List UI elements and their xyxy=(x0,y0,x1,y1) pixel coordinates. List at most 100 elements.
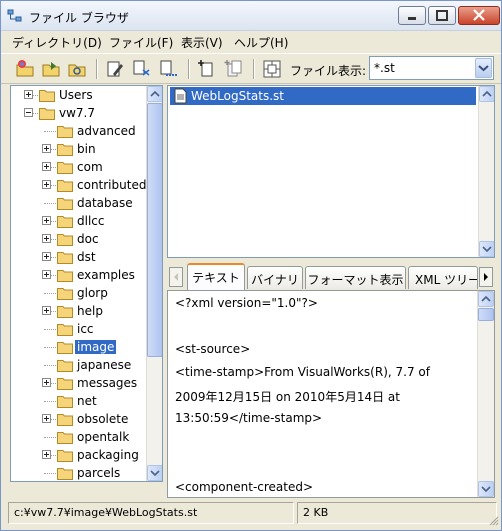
settings-icon[interactable] xyxy=(261,58,283,80)
tree-item-japanese[interactable]: japanese xyxy=(11,356,147,374)
tree-item-users[interactable]: Users xyxy=(11,86,147,104)
file-list[interactable]: WebLogStats.st xyxy=(167,85,495,258)
expand-icon[interactable] xyxy=(24,90,33,99)
tree-item-glorp[interactable]: glorp xyxy=(11,284,147,302)
toolbar-separator xyxy=(253,59,255,79)
tree-connector xyxy=(44,365,56,366)
tab-scroll-left[interactable] xyxy=(169,267,183,287)
tree-item-database[interactable]: database xyxy=(11,194,147,212)
tree-item-dllcc[interactable]: dllcc xyxy=(11,212,147,230)
menu-help[interactable]: ヘルプ(H) xyxy=(234,34,288,51)
file-out-icon[interactable] xyxy=(158,58,180,80)
close-button[interactable] xyxy=(458,6,500,25)
content-line: <time-stamp>From VisualWorks(R), 7.7 of xyxy=(175,365,430,379)
tree-item-obsolete[interactable]: obsolete xyxy=(11,410,147,428)
expand-icon[interactable] xyxy=(42,216,51,225)
tab-formatted[interactable]: フォーマット表示 xyxy=(305,266,406,289)
tab-scroll-right[interactable] xyxy=(479,267,493,287)
new-folder-icon[interactable] xyxy=(14,58,36,80)
folder-icon xyxy=(57,342,73,354)
folder-icon xyxy=(57,378,73,390)
filter-dropdown-button[interactable] xyxy=(475,58,492,78)
tab-xml-tree[interactable]: XML ツリー xyxy=(408,266,478,289)
add-all-icon[interactable] xyxy=(223,58,245,80)
file-browser-window: ファイル ブラウザ ディレクトリ(D) ファイル(F) 表示(V) ヘルプ(H) xyxy=(0,0,502,531)
tree-item-image[interactable]: image xyxy=(11,338,147,356)
tree-item-doc[interactable]: doc xyxy=(11,230,147,248)
file-list-item[interactable]: WebLogStats.st xyxy=(170,87,476,105)
content-line: 13:50:59</time-stamp> xyxy=(175,411,323,425)
filter-input[interactable] xyxy=(374,60,470,76)
tree-item-examples[interactable]: examples xyxy=(11,266,147,284)
maximize-button[interactable] xyxy=(428,6,456,25)
view-tabs: テキスト バイナリ フォーマット表示 XML ツリー xyxy=(167,263,495,290)
tree-item-net[interactable]: net xyxy=(11,392,147,410)
scroll-thumb[interactable] xyxy=(478,308,494,321)
add-icon[interactable] xyxy=(196,58,218,80)
content-scrollbar[interactable] xyxy=(477,291,494,497)
expand-icon[interactable] xyxy=(42,162,51,171)
minimize-button[interactable] xyxy=(398,6,426,25)
tree-item-advanced[interactable]: advanced xyxy=(11,122,147,140)
tree-item-help[interactable]: help xyxy=(11,302,147,320)
collapse-icon[interactable] xyxy=(24,108,33,117)
tree-item-packaging[interactable]: packaging xyxy=(11,446,147,464)
open-folder-icon[interactable] xyxy=(40,58,62,80)
refresh-icon[interactable] xyxy=(66,58,88,80)
tree-item-icc[interactable]: icc xyxy=(11,320,147,338)
status-size-cell: 2 KB xyxy=(297,502,497,524)
menu-directory[interactable]: ディレクトリ(D) xyxy=(12,34,102,51)
tree-item-messages[interactable]: messages xyxy=(11,374,147,392)
folder-icon xyxy=(57,432,73,444)
folder-icon xyxy=(57,306,73,318)
scroll-down-button[interactable] xyxy=(147,465,162,481)
expand-icon[interactable] xyxy=(42,270,51,279)
tree-item-label: net xyxy=(77,394,97,408)
tree-item-parcels[interactable]: parcels xyxy=(11,464,147,481)
tree-connector xyxy=(44,347,56,348)
tree-item-opentalk[interactable]: opentalk xyxy=(11,428,147,446)
file-list-scrollbar[interactable] xyxy=(478,86,494,257)
expand-icon[interactable] xyxy=(42,180,51,189)
expand-icon[interactable] xyxy=(42,450,51,459)
menu-file[interactable]: ファイル(F) xyxy=(109,34,173,51)
tree-item-label: Users xyxy=(59,88,93,102)
chevron-down-icon xyxy=(481,486,491,493)
filter-combobox[interactable] xyxy=(369,56,494,80)
file-content-text[interactable]: <?xml version="1.0"?> <st-source> <time-st… xyxy=(167,290,495,498)
tree-item-com[interactable]: com xyxy=(11,158,147,176)
tree-item-bin[interactable]: bin xyxy=(11,140,147,158)
expand-icon[interactable] xyxy=(42,414,51,423)
tree-item-label: obsolete xyxy=(77,412,129,426)
expand-icon[interactable] xyxy=(42,306,51,315)
window-title: ファイル ブラウザ xyxy=(29,11,129,25)
tree-item-label: doc xyxy=(77,232,99,246)
tab-binary[interactable]: バイナリ xyxy=(247,266,303,289)
tree-connector xyxy=(44,401,56,402)
expand-icon[interactable] xyxy=(42,252,51,261)
menu-view[interactable]: 表示(V) xyxy=(181,34,223,51)
expand-icon[interactable] xyxy=(42,378,51,387)
edit-icon[interactable] xyxy=(104,58,126,80)
scroll-down-button[interactable] xyxy=(479,241,494,257)
tree-item-dst[interactable]: dst xyxy=(11,248,147,266)
tree-item-label: advanced xyxy=(77,124,136,138)
tree-item-vw7-7[interactable]: vw7.7 xyxy=(11,104,147,122)
folder-icon xyxy=(57,270,73,282)
expand-icon[interactable] xyxy=(42,144,51,153)
expand-icon[interactable] xyxy=(42,234,51,243)
tab-text[interactable]: テキスト xyxy=(187,263,245,290)
title-bar[interactable]: ファイル ブラウザ xyxy=(1,1,501,31)
directory-tree[interactable]: Users vw7.7 advanced bin com contributed datab… xyxy=(10,85,163,482)
resize-grip-icon[interactable] xyxy=(487,514,499,526)
file-in-icon[interactable] xyxy=(131,58,153,80)
content-line: 2009年12月15日 on 2010年5月14日 at xyxy=(175,390,400,404)
tree-scrollbar[interactable] xyxy=(146,86,162,481)
folder-icon xyxy=(57,144,73,156)
scroll-down-button[interactable] xyxy=(478,481,494,497)
scroll-up-button[interactable] xyxy=(479,86,494,102)
scroll-up-button[interactable] xyxy=(478,291,494,307)
scroll-up-button[interactable] xyxy=(147,86,162,102)
scroll-thumb[interactable] xyxy=(147,103,162,357)
tree-item-contributed[interactable]: contributed xyxy=(11,176,147,194)
